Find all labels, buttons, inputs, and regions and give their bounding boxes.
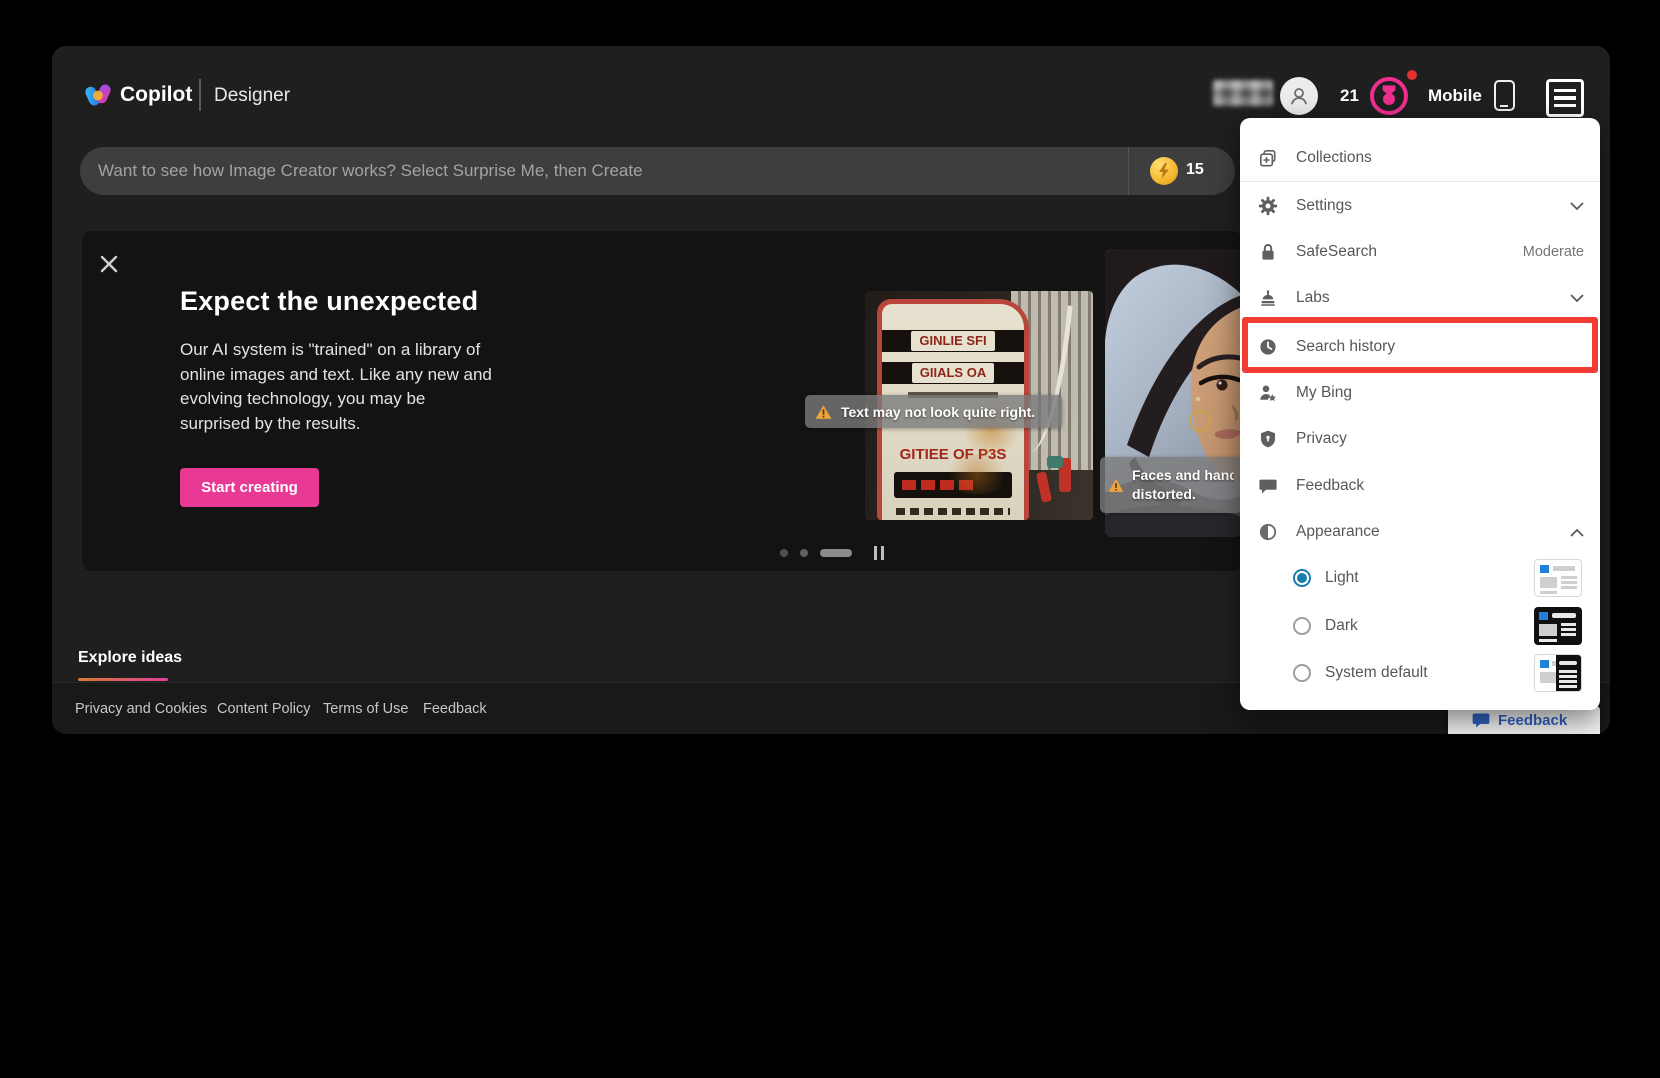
menu-item-collections[interactable]: Collections xyxy=(1240,135,1600,181)
faces-warning-tooltip: Faces and hand distorted. xyxy=(1100,457,1242,513)
mobile-label[interactable]: Mobile xyxy=(1428,86,1482,106)
screenshot-stage: Copilot Designer 21 Mobile Want to see h… xyxy=(0,0,1660,1078)
radio-unselected[interactable] xyxy=(1293,664,1311,682)
person-star-icon xyxy=(1258,383,1278,403)
phone-icon[interactable] xyxy=(1494,80,1515,111)
explore-ideas-underline xyxy=(78,678,168,681)
prompt-search-bar[interactable]: Want to see how Image Creator works? Sel… xyxy=(80,147,1235,195)
feedback-button-label: Feedback xyxy=(1498,711,1568,729)
appearance-option-label: Dark xyxy=(1325,617,1358,634)
lock-icon xyxy=(1258,242,1278,262)
footer-link-content-policy[interactable]: Content Policy xyxy=(217,701,311,717)
rewards-count[interactable]: 21 xyxy=(1340,86,1359,106)
speech-bubble-icon xyxy=(1258,476,1278,496)
clock-icon xyxy=(1258,337,1278,357)
product-name[interactable]: Designer xyxy=(214,85,290,107)
intro-banner-card: Expect the unexpected Our AI system is "… xyxy=(82,231,1242,571)
app-name[interactable]: Copilot xyxy=(120,83,192,107)
copilot-logo-icon xyxy=(85,82,111,108)
radio-selected[interactable] xyxy=(1293,569,1311,587)
boost-count: 15 xyxy=(1186,161,1204,178)
menu-item-labs[interactable]: Labs xyxy=(1240,275,1600,321)
dark-theme-thumbnail[interactable] xyxy=(1534,607,1582,645)
menu-item-appearance[interactable]: Appearance xyxy=(1240,509,1600,555)
chevron-down-icon xyxy=(1570,202,1584,211)
menu-item-label: Search history xyxy=(1296,338,1396,355)
explore-ideas-tab[interactable]: Explore ideas xyxy=(78,649,182,667)
menu-item-safesearch[interactable]: SafeSearch Moderate xyxy=(1240,229,1600,275)
system-theme-thumbnail[interactable] xyxy=(1534,654,1582,692)
pump-sign-text: GIIALS OA xyxy=(919,365,987,380)
menu-item-search-history[interactable]: Search history xyxy=(1240,324,1600,370)
appearance-option-light[interactable]: Light xyxy=(1240,555,1600,601)
warning-text: Faces and hand xyxy=(1132,467,1234,483)
menu-item-label: SafeSearch xyxy=(1296,243,1377,260)
header-divider xyxy=(199,79,201,111)
text-warning-tooltip: Text may not look quite right. xyxy=(805,395,1062,428)
feedback-bubble-icon xyxy=(1472,712,1490,728)
footer-link-privacy[interactable]: Privacy and Cookies xyxy=(75,701,207,717)
pause-icon[interactable] xyxy=(872,545,888,561)
menu-item-my-bing[interactable]: My Bing xyxy=(1240,370,1600,416)
carousel-active-indicator[interactable] xyxy=(820,549,852,557)
menu-item-label: Collections xyxy=(1296,149,1372,166)
carousel-dot[interactable] xyxy=(800,549,808,557)
gear-icon xyxy=(1258,196,1278,216)
appearance-option-system-default[interactable]: System default xyxy=(1240,650,1600,696)
menu-item-label: Settings xyxy=(1296,197,1353,214)
menu-item-label: Privacy xyxy=(1296,430,1347,447)
footer-link-terms[interactable]: Terms of Use xyxy=(323,701,408,717)
boost-coin-icon xyxy=(1150,157,1178,185)
warning-icon xyxy=(1108,478,1124,492)
banner-body: Our AI system is "trained" on a library … xyxy=(180,340,492,433)
search-placeholder: Want to see how Image Creator works? Sel… xyxy=(98,161,643,180)
start-creating-button[interactable]: Start creating xyxy=(180,468,319,507)
menu-item-privacy[interactable]: Privacy xyxy=(1240,416,1600,462)
warning-icon xyxy=(815,404,832,419)
feedback-button[interactable]: Feedback xyxy=(1448,706,1600,734)
menu-item-feedback[interactable]: Feedback xyxy=(1240,463,1600,509)
shield-icon xyxy=(1258,429,1278,449)
close-icon[interactable] xyxy=(96,251,122,277)
warning-text: Text may not look quite right. xyxy=(841,403,1036,420)
account-name-blurred[interactable] xyxy=(1213,80,1273,106)
appearance-option-dark[interactable]: Dark xyxy=(1240,603,1600,649)
appearance-option-label: System default xyxy=(1325,664,1428,681)
menu-item-label: Feedback xyxy=(1296,477,1365,494)
appearance-option-label: Light xyxy=(1325,569,1359,586)
collections-icon xyxy=(1258,148,1278,168)
hamburger-menu-button[interactable] xyxy=(1546,79,1584,117)
warning-text: distorted. xyxy=(1132,486,1196,502)
pump-sign-text: GINLIE SFI xyxy=(919,333,987,348)
chevron-up-icon xyxy=(1570,528,1584,537)
avatar[interactable] xyxy=(1280,77,1318,115)
menu-item-label: Appearance xyxy=(1296,523,1380,540)
person-icon xyxy=(1291,88,1307,105)
rewards-medal-icon[interactable] xyxy=(1369,76,1409,116)
menu-separator xyxy=(1240,181,1600,182)
safesearch-value: Moderate xyxy=(1522,244,1584,260)
carousel-dot[interactable] xyxy=(780,549,788,557)
half-circle-appearance-icon xyxy=(1258,522,1278,542)
banner-title: Expect the unexpected xyxy=(180,286,479,316)
notification-dot xyxy=(1407,70,1417,80)
footer-link-feedback[interactable]: Feedback xyxy=(423,701,487,717)
labs-stamp-icon xyxy=(1258,288,1278,308)
search-bar-divider xyxy=(1128,147,1129,195)
radio-unselected[interactable] xyxy=(1293,617,1311,635)
menu-item-settings[interactable]: Settings xyxy=(1240,183,1600,229)
chevron-down-icon xyxy=(1570,294,1584,303)
menu-item-label: Labs xyxy=(1296,289,1330,306)
menu-item-label: My Bing xyxy=(1296,384,1352,401)
light-theme-thumbnail[interactable] xyxy=(1534,559,1582,597)
